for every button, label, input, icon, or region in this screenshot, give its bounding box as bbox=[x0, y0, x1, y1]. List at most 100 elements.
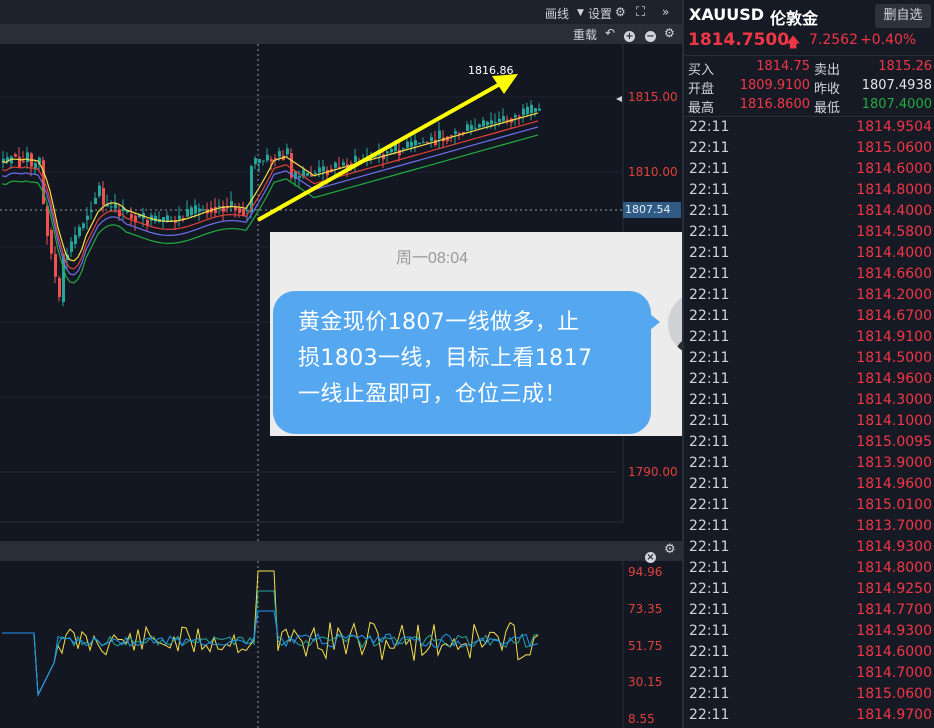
candle-body bbox=[86, 215, 89, 220]
tick-price: 1814.8000 bbox=[856, 560, 932, 576]
price-axis-tick: 1815.00 bbox=[628, 90, 678, 104]
candle-body bbox=[266, 154, 269, 161]
gear-icon[interactable]: ⚙ bbox=[615, 5, 626, 19]
candle-body bbox=[422, 141, 425, 144]
candle-body bbox=[490, 120, 493, 125]
tick-price: 1815.0095 bbox=[856, 434, 932, 450]
candle-body bbox=[286, 148, 289, 155]
undo-icon[interactable]: ↶ bbox=[605, 26, 615, 40]
candle-body bbox=[178, 215, 181, 220]
indicator-line bbox=[2, 610, 539, 697]
tick-price: 1814.6000 bbox=[856, 161, 932, 177]
settings-button[interactable]: 设置 bbox=[588, 5, 612, 22]
candle-body bbox=[78, 227, 81, 236]
indicator-chart[interactable] bbox=[0, 561, 682, 728]
zoom-out-icon[interactable]: − bbox=[645, 28, 656, 42]
tick-row: 22:11 1815.0100 bbox=[684, 495, 934, 516]
tick-row: 22:11 1815.0600 bbox=[684, 138, 934, 159]
tick-price: 1813.7000 bbox=[856, 518, 932, 534]
indicator-line bbox=[2, 570, 539, 697]
candle-body bbox=[538, 108, 541, 111]
candle-body bbox=[402, 148, 405, 150]
up-arrow-icon: 🡅 bbox=[786, 35, 801, 51]
tick-time: 22:11 bbox=[689, 203, 730, 219]
candle-body bbox=[466, 124, 469, 131]
indicator-axis-tick: 94.96 bbox=[628, 565, 663, 579]
indicator-toolbar: × ⚙ bbox=[0, 541, 682, 563]
indicator-axis-tick: 73.35 bbox=[628, 601, 663, 616]
price-change: 7.2562 bbox=[809, 32, 858, 48]
tick-price: 1815.0100 bbox=[856, 497, 932, 513]
tick-time: 22:11 bbox=[689, 182, 730, 198]
fullscreen-icon[interactable]: ⛶ bbox=[636, 5, 645, 20]
candle-body bbox=[114, 203, 117, 209]
remove-watchlist-button[interactable]: 删自选 bbox=[875, 4, 931, 28]
tick-row: 22:11 1814.6600 bbox=[684, 264, 934, 285]
indicator-gear-icon[interactable]: ⚙ bbox=[664, 542, 676, 557]
tick-time: 22:11 bbox=[689, 560, 730, 576]
candle-body bbox=[306, 172, 309, 176]
tick-price: 1814.9300 bbox=[856, 539, 932, 555]
tick-row: 22:11 1814.9300 bbox=[684, 537, 934, 558]
tick-price: 1813.9000 bbox=[856, 455, 932, 471]
tick-time: 22:11 bbox=[689, 602, 730, 618]
candle-body bbox=[274, 158, 277, 159]
last-price: 1814.7500 bbox=[688, 30, 790, 50]
chat-timestamp: 周一08:04 bbox=[396, 250, 469, 267]
tick-time: 22:11 bbox=[689, 497, 730, 513]
candle-body bbox=[498, 118, 501, 122]
chat-line: 一线止盈即可，仓位三成！ bbox=[298, 382, 567, 407]
candle-body bbox=[94, 197, 97, 204]
candle-body bbox=[314, 172, 317, 174]
candle-body bbox=[198, 208, 201, 212]
tick-time: 22:11 bbox=[689, 329, 730, 345]
symbol-code: XAUUSD bbox=[689, 5, 765, 24]
candle-body bbox=[398, 149, 401, 156]
collapse-icon[interactable]: » bbox=[662, 5, 669, 19]
draw-tool-button[interactable]: 画线 bbox=[545, 5, 569, 22]
candle-body bbox=[46, 206, 49, 236]
candle-body bbox=[334, 162, 337, 168]
trend-arrow-line bbox=[257, 82, 501, 222]
tick-time: 22:11 bbox=[689, 581, 730, 597]
candle-body bbox=[154, 215, 157, 222]
tick-price: 1814.5000 bbox=[856, 350, 932, 366]
tick-row: 22:11 1814.6700 bbox=[684, 306, 934, 327]
reset-button[interactable]: 重载 bbox=[573, 26, 597, 43]
tick-row: 22:11 1814.2000 bbox=[684, 285, 934, 306]
tick-row: 22:11 1814.4000 bbox=[684, 243, 934, 264]
chart-toolbar: 画线 ▼ 设置 ⚙ ⛶ » bbox=[0, 0, 682, 24]
candle-body bbox=[502, 116, 505, 121]
chart-gear-icon[interactable]: ⚙ bbox=[664, 26, 675, 40]
candle-body bbox=[322, 166, 325, 172]
candle-body bbox=[230, 201, 233, 207]
candle-body bbox=[110, 206, 113, 208]
zoom-in-icon[interactable]: + bbox=[624, 28, 635, 42]
chat-bubble-tail bbox=[650, 314, 660, 330]
chat-line: 黄金现价1807一线做多，止 bbox=[298, 310, 580, 335]
tick-time: 22:11 bbox=[689, 539, 730, 555]
candle-body bbox=[194, 205, 197, 214]
candle-body bbox=[406, 141, 409, 148]
quote-label: 最低 bbox=[814, 101, 841, 116]
candle-body bbox=[390, 148, 393, 153]
draw-dropdown-icon[interactable]: ▼ bbox=[577, 8, 584, 18]
candle-body bbox=[506, 119, 509, 121]
tick-time: 22:11 bbox=[689, 476, 730, 492]
candle-body bbox=[534, 108, 537, 112]
tick-time: 22:11 bbox=[689, 686, 730, 702]
high-annotation: 1816.86 bbox=[468, 64, 514, 77]
candle-body bbox=[58, 278, 61, 297]
tick-row: 22:11 1815.0600 bbox=[684, 684, 934, 705]
quote-value: 1814.75 bbox=[756, 59, 810, 74]
candle-body bbox=[470, 125, 473, 130]
candle-body bbox=[414, 140, 417, 146]
candle-body bbox=[458, 133, 461, 135]
tick-row: 22:11 1814.1000 bbox=[684, 411, 934, 432]
candle-body bbox=[418, 143, 421, 145]
tick-row: 22:11 1814.8000 bbox=[684, 558, 934, 579]
indicator-line bbox=[2, 590, 539, 697]
candle-body bbox=[514, 115, 517, 118]
candle-body bbox=[82, 223, 85, 228]
indicator-axis-tick: 30.15 bbox=[628, 675, 663, 690]
